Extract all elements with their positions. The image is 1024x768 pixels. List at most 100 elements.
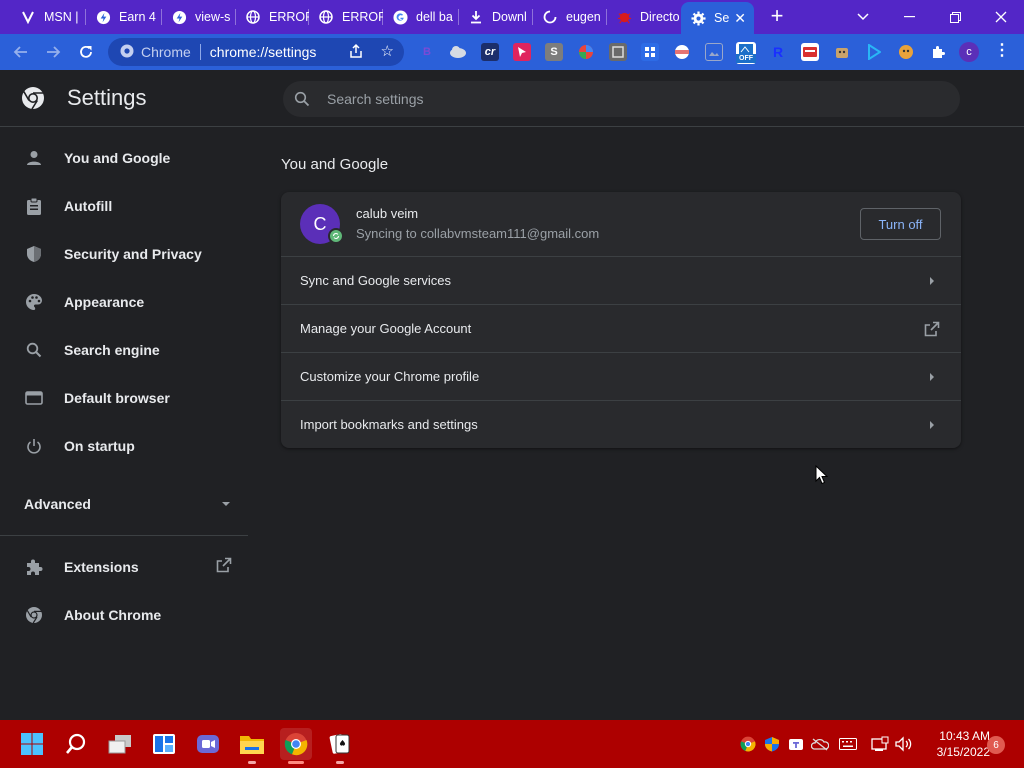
sidebar-item-appearance[interactable]: Appearance	[0, 284, 248, 320]
profile-row: C calub veim Syncing to collabvmsteam111…	[281, 192, 961, 256]
restore-button[interactable]	[932, 0, 978, 34]
sidebar-item-you-and-google[interactable]: You and Google	[0, 140, 248, 176]
tab-eugen[interactable]: eugen	[533, 0, 607, 34]
s-icon[interactable]: S	[545, 43, 563, 61]
tab-title: dell ba	[416, 10, 453, 24]
sidebar-item-search-engine[interactable]: Search engine	[0, 332, 248, 368]
open-in-new-icon	[924, 321, 940, 342]
chrome-icon	[24, 605, 44, 625]
power-icon	[24, 436, 44, 456]
browser-toolbar: Chrome chrome://settings ☆ B cr S OFF R	[0, 34, 1024, 70]
teams-chat-icon[interactable]	[192, 728, 224, 760]
row-label: Import bookmarks and settings	[300, 417, 478, 432]
advanced-toggle[interactable]: Advanced	[24, 492, 234, 516]
forward-button[interactable]	[40, 39, 66, 65]
you-and-google-card: C calub veim Syncing to collabvmsteam111…	[281, 192, 961, 448]
close-tab-icon[interactable]: ✕	[734, 10, 746, 27]
system-clock[interactable]: 10:43 AM 3/15/2022	[920, 728, 990, 760]
tab-msn[interactable]: MSN |	[11, 0, 86, 34]
pointer-icon[interactable]	[513, 43, 531, 61]
row-label: Customize your Chrome profile	[300, 369, 480, 384]
tab-title: Earn 4	[119, 10, 156, 24]
sidebar-item-security[interactable]: Security and Privacy	[0, 236, 248, 272]
share-icon[interactable]	[348, 43, 364, 64]
dog-icon[interactable]	[833, 43, 851, 61]
keyboard-icon[interactable]	[838, 734, 858, 754]
monkey-icon[interactable]	[897, 43, 915, 61]
teams-tray-icon[interactable]	[786, 734, 806, 754]
flag-icon[interactable]	[673, 43, 691, 61]
mouse-cursor-icon	[815, 464, 829, 490]
arrow-right-icon	[930, 421, 934, 429]
network-icon[interactable]	[870, 734, 890, 754]
solitaire-icon[interactable]	[324, 728, 356, 764]
extensions-puzzle-icon[interactable]	[929, 43, 947, 61]
tab-error-1[interactable]: ERROR	[236, 0, 309, 34]
sidebar-item-default-browser[interactable]: Default browser	[0, 380, 248, 416]
tab-download[interactable]: Downl	[459, 0, 533, 34]
sidebar-item-autofill[interactable]: Autofill	[0, 188, 248, 224]
sidebar-divider	[0, 535, 248, 536]
search-settings-box[interactable]	[283, 81, 960, 117]
r-icon[interactable]: R	[769, 43, 787, 61]
grid-icon[interactable]	[641, 43, 659, 61]
globe-icon	[318, 9, 334, 25]
arrow-right-icon	[930, 373, 934, 381]
reload-button[interactable]	[73, 39, 99, 65]
row-label: Sync and Google services	[300, 273, 452, 288]
chrome-tray-icon[interactable]	[738, 734, 758, 754]
row-import-bookmarks[interactable]: Import bookmarks and settings	[281, 400, 961, 448]
file-explorer-icon[interactable]	[236, 728, 268, 764]
off-icon[interactable]: OFF	[736, 42, 756, 64]
volume-icon[interactable]	[894, 734, 914, 754]
image-icon[interactable]	[705, 43, 723, 61]
tab-earn[interactable]: Earn 4	[86, 0, 162, 34]
site-info[interactable]: Chrome	[120, 44, 191, 61]
new-tab-button[interactable]: +	[765, 5, 789, 29]
bookmark-star-icon[interactable]: ☆	[381, 42, 394, 60]
tab-error-2[interactable]: ERROR	[309, 0, 383, 34]
url-text[interactable]: chrome://settings	[210, 44, 317, 60]
onedrive-icon[interactable]	[810, 734, 830, 754]
shield-icon	[24, 244, 44, 264]
search-icon	[24, 340, 44, 360]
gradient-icon[interactable]	[577, 43, 595, 61]
profile-avatar-button[interactable]: c	[959, 42, 979, 62]
sidebar-item-on-startup[interactable]: On startup	[0, 428, 248, 464]
cr-icon[interactable]: cr	[481, 43, 499, 61]
loading-icon	[542, 9, 558, 25]
back-button[interactable]	[8, 39, 34, 65]
play-icon[interactable]	[865, 43, 883, 61]
minimize-button[interactable]	[886, 0, 932, 34]
tab-directory[interactable]: Directo	[607, 0, 681, 34]
turn-off-sync-button[interactable]: Turn off	[860, 208, 941, 240]
tab-title: MSN |	[44, 10, 79, 24]
row-manage-google-account[interactable]: Manage your Google Account	[281, 304, 961, 352]
start-icon[interactable]	[16, 728, 48, 760]
close-window-button[interactable]	[978, 0, 1024, 34]
tab-dell[interactable]: dell ba	[383, 0, 459, 34]
search-icon[interactable]	[60, 728, 92, 760]
card-icon[interactable]	[801, 43, 819, 61]
row-customize-profile[interactable]: Customize your Chrome profile	[281, 352, 961, 400]
sidebar-item-about-chrome[interactable]: About Chrome	[0, 597, 248, 633]
cloud-icon[interactable]	[449, 43, 467, 61]
widgets-icon[interactable]	[148, 728, 180, 760]
tab-search-icon[interactable]	[840, 0, 886, 34]
tab-settings[interactable]: Se ✕	[681, 2, 754, 34]
sidebar-item-extensions[interactable]: Extensions	[0, 549, 248, 585]
more-menu-icon[interactable]: ⋮	[994, 43, 1010, 59]
open-in-new-icon	[216, 557, 232, 578]
search-settings-input[interactable]	[327, 89, 887, 109]
tab-view[interactable]: view-s	[162, 0, 236, 34]
task-view-icon[interactable]	[104, 728, 136, 760]
address-bar[interactable]: Chrome chrome://settings ☆	[108, 38, 404, 66]
swagbucks-icon	[95, 9, 111, 25]
notification-badge[interactable]: 6	[987, 736, 1005, 754]
site-label: Chrome	[141, 44, 191, 60]
chrome-taskbar-icon[interactable]	[280, 728, 312, 764]
b-icon[interactable]: B	[418, 43, 436, 61]
puzzle-box-icon[interactable]	[609, 43, 627, 61]
security-shield-icon[interactable]	[762, 734, 782, 754]
row-sync-google-services[interactable]: Sync and Google services	[281, 256, 961, 304]
